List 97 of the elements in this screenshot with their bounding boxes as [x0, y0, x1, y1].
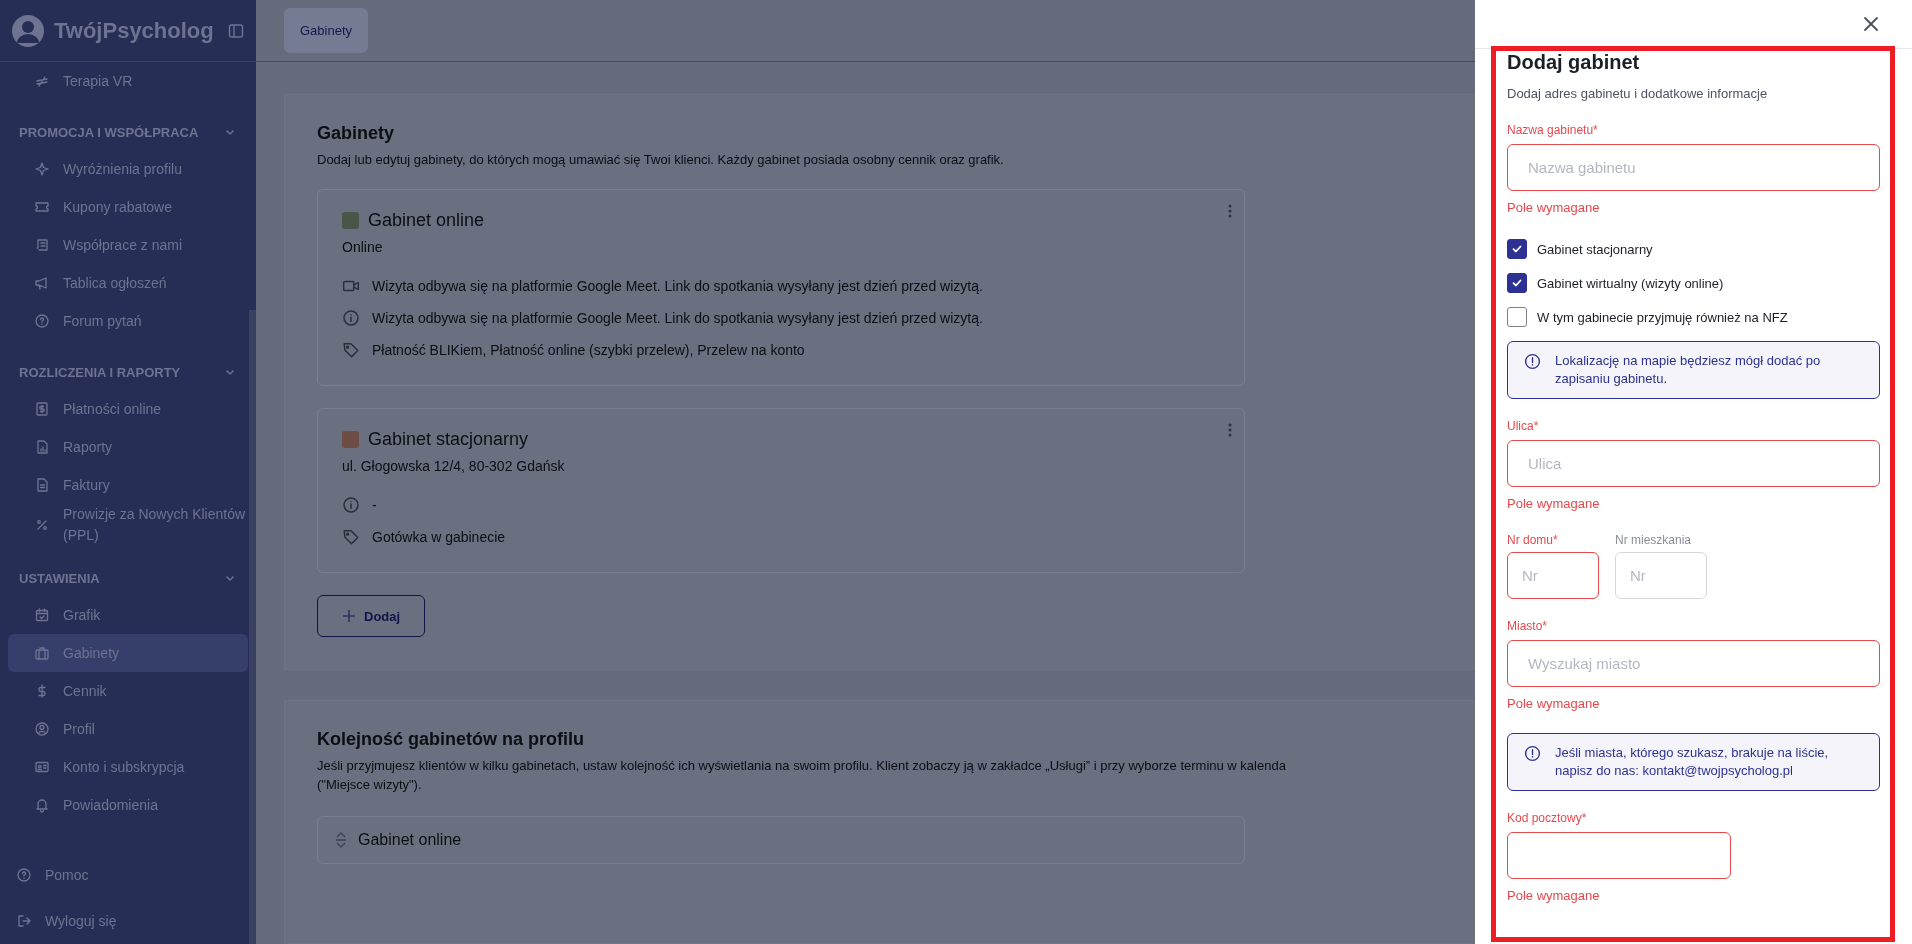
scrollbar[interactable]: [249, 310, 256, 944]
megaphone-icon: [34, 275, 50, 291]
office-detail: Wizyta odbywa się na platformie Google Meet. Link do spotkania wysyłany jest dzień przed wizytą.: [372, 310, 983, 326]
office-detail: Płatność BLIKiem, Płatność online (szybki przelew), Przelew na konto: [372, 342, 805, 358]
sort-icon[interactable]: [334, 830, 348, 850]
logout-icon: [16, 913, 32, 929]
office-detail: -: [372, 497, 377, 513]
section-title: Gabinety: [317, 123, 396, 144]
error-message: Pole wymagane: [1507, 496, 1601, 511]
sidebar-item[interactable]: Raporty: [8, 428, 248, 466]
info-text: Lokalizację na mapie będziesz mógł dodać po zapisaniu gabinetu.: [1555, 352, 1822, 388]
input-field[interactable]: Ulica: [1507, 440, 1880, 487]
order-item[interactable]: Gabinet online: [317, 816, 1245, 864]
checkbox[interactable]: [1507, 307, 1527, 327]
sidebar-item[interactable]: Grafik: [8, 596, 248, 634]
sidebar-item[interactable]: Faktury: [8, 466, 248, 504]
error-message: Pole wymagane: [1507, 200, 1601, 215]
office-name: Gabinet stacjonarny: [368, 429, 529, 450]
field-label: Miasto*: [1507, 619, 1548, 633]
sparkle-icon: [34, 161, 50, 177]
avatar-icon: [12, 14, 44, 47]
section-description: ("Miejsce wizyty").: [317, 776, 423, 794]
sidebar-item[interactable]: Pomoc: [8, 856, 248, 894]
office-detail: Wizyta odbywa się na platformie Google Meet. Link do spotkania wysyłany jest dzień przed wizytą.: [372, 278, 983, 294]
sidebar-item[interactable]: Tablica ogłoszeń: [8, 264, 248, 302]
alert-icon: [1524, 353, 1541, 370]
field-label: Nr domu*: [1507, 533, 1559, 547]
check-icon: [1511, 277, 1523, 289]
office-name: Gabinet online: [368, 210, 485, 231]
user-icon: [34, 721, 50, 737]
error-message: Pole wymagane: [1507, 888, 1601, 903]
add-button[interactable]: Dodaj: [317, 595, 426, 637]
checkbox[interactable]: [1507, 239, 1527, 259]
office-card[interactable]: [317, 189, 1245, 386]
sidebar-item[interactable]: Profil: [8, 710, 248, 748]
section-title: PROMOCJA I WSPÓŁPRACA: [19, 124, 199, 140]
sidebar-item[interactable]: Płatności online: [8, 390, 248, 428]
field-label: Nazwa gabinetu*: [1507, 123, 1599, 137]
checkbox-label: Gabinet wirtualny (wizyty online): [1537, 275, 1724, 291]
percent-icon: [34, 517, 50, 533]
invoice-icon: [34, 401, 50, 417]
document-icon: [34, 477, 50, 493]
check-icon: [1511, 243, 1523, 255]
drawer-title: Dodaj gabinet: [1507, 51, 1641, 74]
checkbox-label: Gabinet stacjonarny: [1537, 241, 1653, 257]
more-icon[interactable]: [1228, 423, 1232, 437]
sidebar-item[interactable]: Prowizje za Nowych Klientów (PPL): [8, 504, 248, 546]
checkbox[interactable]: [1507, 273, 1527, 293]
section-title: USTAWIENIA: [19, 570, 100, 586]
office-card[interactable]: Gabinet stacjonarny ul. Głogowska 12/4, 80-302 Gdańsk - Gotówka w gabinecie: [317, 408, 1245, 573]
info-text: Jeśli miasta, którego szukasz, brakuje na liście, napisz do nas: kontakt@twojpsycholog.pl: [1555, 744, 1830, 780]
section-title: Kolejność gabinetów na profilu: [317, 729, 585, 750]
office-detail: Gotówka w gabinecie: [372, 529, 506, 545]
input-field[interactable]: Nazwa gabinetu: [1507, 144, 1880, 191]
sidebar-toggle-icon[interactable]: [228, 22, 244, 39]
info-icon: [342, 309, 360, 327]
section-description: Jeśli przyjmujesz klientów w kilku gabinetach, ustaw kolejność ich wyświetlania na swoim profilu. Klient zobaczy ją w zakładce „Usługi” i przy wyborze terminu w kalenda: [317, 757, 1287, 775]
office-subtitle: Online: [342, 239, 384, 255]
field-label: Ulica*: [1507, 419, 1540, 433]
checkbox-label: W tym gabinecie przyjmuję również na NFZ: [1537, 309, 1788, 325]
tag-icon: [342, 528, 360, 546]
drawer-subtitle: Dodaj adres gabinetu i dodatkowe informacje: [1507, 86, 1769, 101]
sidebar-item[interactable]: Współprace z nami: [8, 226, 248, 264]
sidebar-item[interactable]: Cennik: [8, 672, 248, 710]
help-icon: [34, 313, 50, 329]
field-label: Nr mieszkania: [1615, 533, 1693, 547]
tag-icon: [342, 341, 360, 359]
brand-name: TwójPsycholog: [54, 17, 215, 44]
input-field[interactable]: Wyszukaj miasto: [1507, 640, 1880, 687]
id-card-icon: [34, 759, 50, 775]
sidebar-item[interactable]: Wyróżnienia profilu: [8, 150, 248, 188]
field-label: Kod pocztowy*: [1507, 811, 1588, 825]
error-message: Pole wymagane: [1507, 696, 1601, 711]
scroll-icon: [34, 237, 50, 253]
sidebar-item[interactable]: Forum pytań: [8, 302, 248, 340]
bell-icon: [34, 797, 50, 813]
office-subtitle: ul. Głogowska 12/4, 80-302 Gdańsk: [342, 458, 566, 474]
help-icon: [16, 867, 32, 883]
alert-icon: [1524, 745, 1541, 762]
section-description: Dodaj lub edytuj gabinety, do których mogą umawiać się Twoi klienci. Każdy gabinet posiada osobny cennik oraz grafik.: [317, 151, 1005, 169]
calendar-icon: [34, 607, 50, 623]
input-field[interactable]: Nr: [1507, 552, 1599, 599]
report-icon: [34, 439, 50, 455]
ticket-icon: [34, 199, 50, 215]
section-title: ROZLICZENIA I RAPORTY: [19, 364, 181, 380]
sidebar-item[interactable]: Kupony rabatowe: [8, 188, 248, 226]
input-field[interactable]: [1507, 832, 1731, 879]
office-name: Gabinet online: [358, 831, 462, 849]
sidebar-item[interactable]: Terapia VR: [8, 62, 248, 100]
sidebar-item[interactable]: Powiadomienia: [8, 786, 248, 824]
more-icon[interactable]: [1228, 204, 1232, 218]
breadcrumb-tab[interactable]: Gabinety: [284, 8, 369, 53]
sidebar-item[interactable]: Wyloguj się: [8, 902, 248, 940]
briefcase-icon: [34, 645, 50, 661]
plus-icon: [342, 609, 356, 623]
sidebar-item[interactable]: Gabinety: [8, 634, 248, 672]
info-icon: [342, 496, 360, 514]
